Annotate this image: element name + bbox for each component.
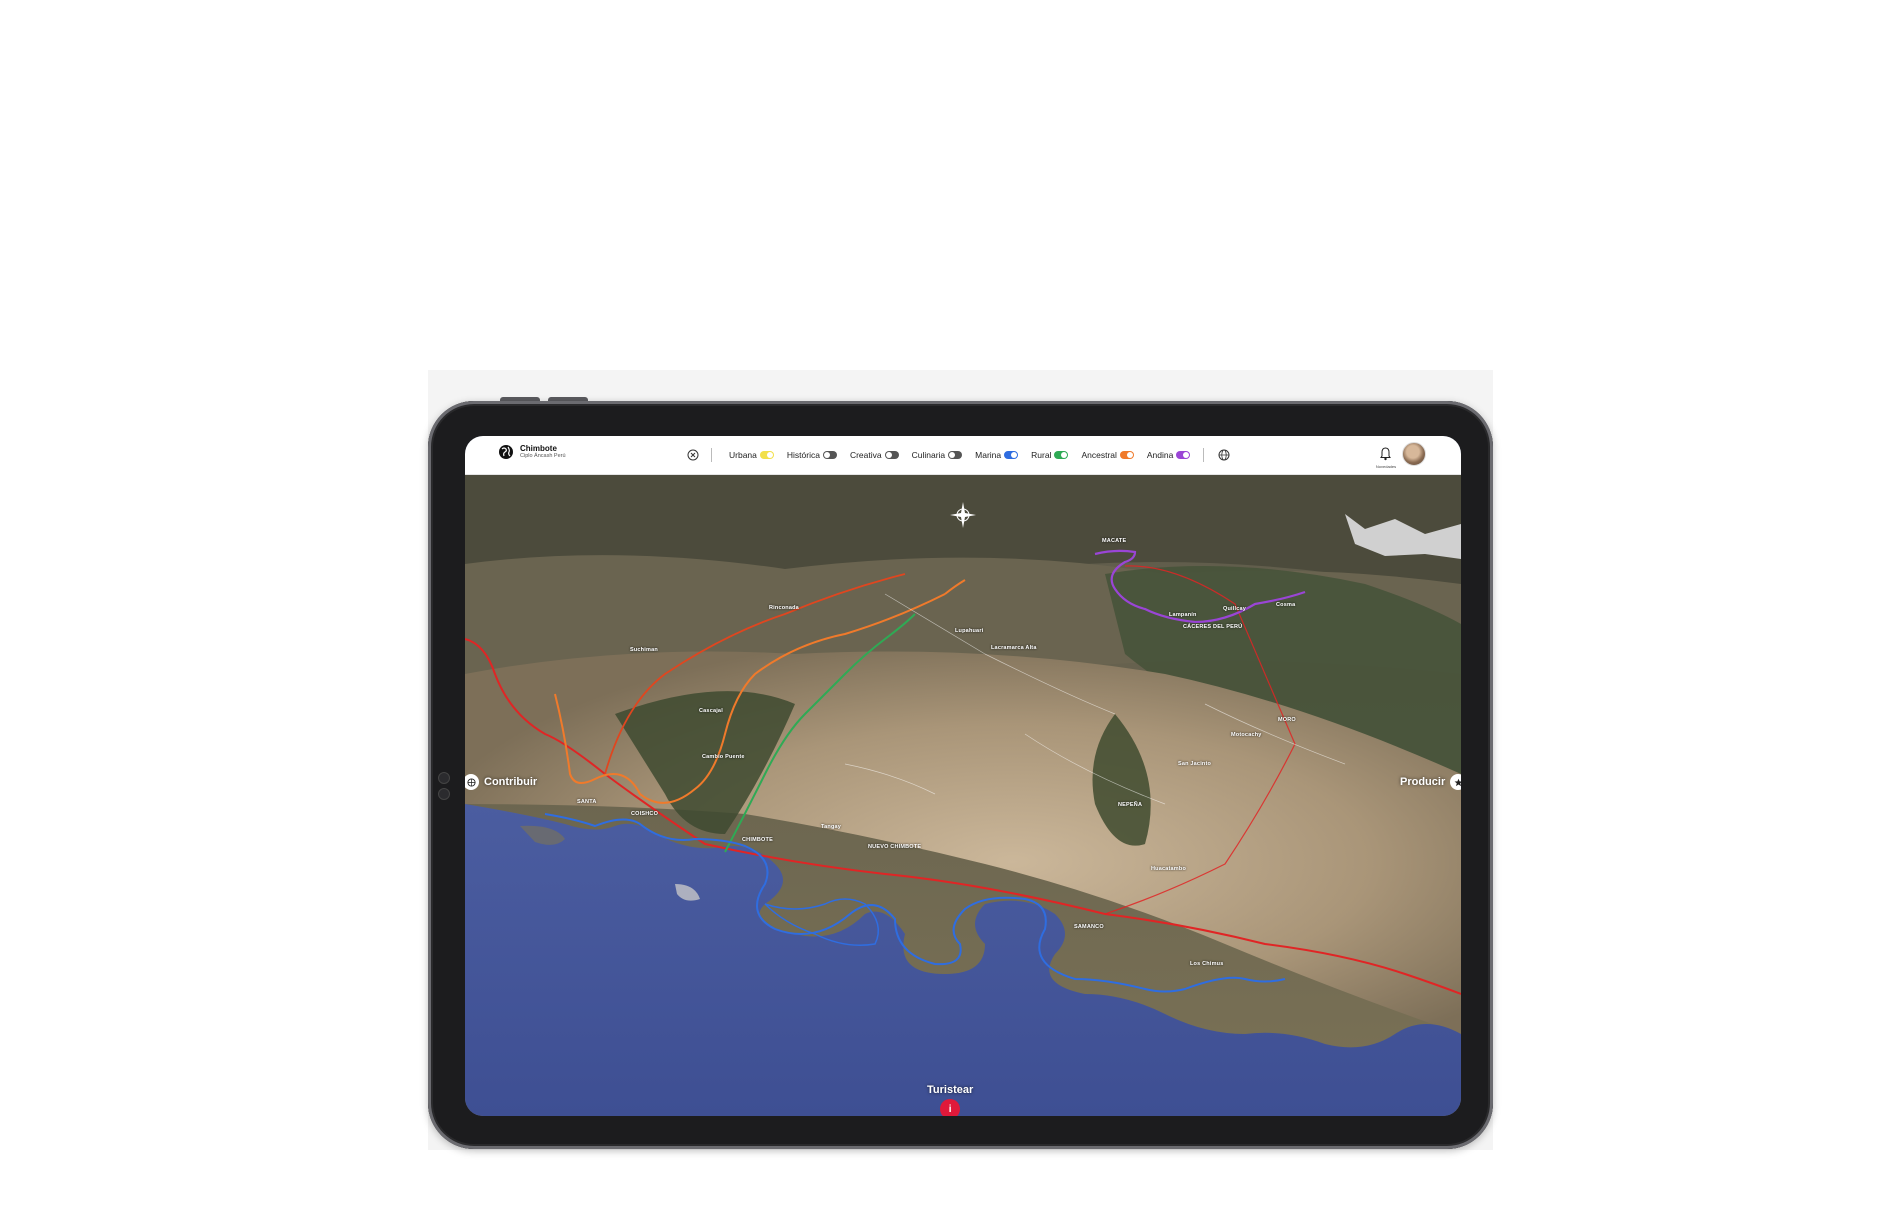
place-label: NEPEÑA: [1118, 802, 1143, 808]
avatar[interactable]: [1402, 442, 1426, 466]
place-label: MORO: [1278, 717, 1296, 723]
toggle-knob: [885, 452, 892, 458]
place-label: SAMANCO: [1074, 924, 1104, 930]
tourism-label: Turistear: [927, 1084, 974, 1096]
toggle-knob: [766, 452, 773, 458]
place-label: Quillcay: [1223, 606, 1246, 612]
place-label: NUEVO CHIMBOTE: [868, 844, 922, 850]
toggle-knob: [1183, 452, 1190, 458]
filter-separator: [711, 448, 712, 462]
brand[interactable]: Chimbote Ciplo Áncash Perú: [498, 444, 566, 460]
globe-logo-icon: [499, 445, 513, 459]
filter-creativa[interactable]: Creativa: [850, 450, 899, 460]
toggle-knob: [823, 452, 830, 458]
place-label: MACATE: [1102, 538, 1127, 544]
filter-marina[interactable]: Marina: [975, 450, 1019, 460]
filter-separator: [1203, 448, 1205, 462]
filter-toggle[interactable]: [884, 451, 899, 459]
toggle-knob: [949, 452, 956, 458]
contribute-label: Contribuir: [484, 776, 538, 788]
contribute-button[interactable]: Contribuir: [465, 774, 537, 790]
camera-dot: [438, 772, 450, 784]
filter-toggle[interactable]: [1004, 451, 1019, 459]
place-label: COISHCO: [631, 811, 659, 817]
filter-toggle[interactable]: [1119, 451, 1134, 459]
tourism-button[interactable]: Turistear i: [927, 1084, 973, 1116]
place-label: CÁCERES DEL PERÚ: [1183, 624, 1243, 630]
filter-histórica[interactable]: Histórica: [787, 450, 837, 460]
filter-toggle[interactable]: [1176, 451, 1191, 459]
toggle-knob: [1126, 452, 1133, 458]
place-label: Huacatambo: [1151, 866, 1187, 872]
filter-ancestral[interactable]: Ancestral: [1081, 450, 1134, 460]
place-label: Lacramarca Alta: [991, 645, 1037, 651]
globe-small-icon: [465, 774, 479, 790]
close-circle-icon[interactable]: [687, 449, 699, 461]
place-label: Suchiman: [630, 647, 658, 653]
place-label: Rinconada: [769, 605, 799, 611]
produce-button[interactable]: Producir: [1400, 774, 1461, 790]
place-label: Cosma: [1276, 602, 1296, 608]
place-label: San Jacinto: [1178, 761, 1212, 767]
place-label: CHIMBOTE: [742, 837, 773, 843]
place-label: Tangay: [821, 824, 842, 830]
filter-culinaria[interactable]: Culinaria: [912, 450, 963, 460]
filter-label: Culinaria: [911, 450, 946, 460]
filter-label: Urbana: [729, 450, 757, 460]
place-label: Lampanín: [1169, 612, 1197, 618]
filter-label: Creativa: [849, 450, 882, 460]
place-label: Los Chimus: [1190, 961, 1224, 967]
sensor-dot: [438, 788, 450, 800]
star-icon: [1450, 774, 1461, 790]
compass-icon[interactable]: [948, 500, 978, 530]
filter-urbana[interactable]: Urbana: [729, 450, 774, 460]
produce-label: Producir: [1400, 776, 1446, 788]
filter-label: Ancestral: [1081, 450, 1117, 460]
filter-label: Marina: [975, 450, 1002, 460]
map-canvas[interactable]: [465, 474, 1461, 1116]
toggle-knob: [1011, 452, 1018, 458]
filter-rural[interactable]: Rural: [1031, 450, 1069, 460]
filter-toggle[interactable]: [822, 451, 837, 459]
globe-icon[interactable]: [1218, 449, 1230, 461]
info-icon: i: [940, 1099, 961, 1116]
filter-label: Histórica: [786, 450, 820, 460]
brand-subtitle: Ciplo Áncash Perú: [520, 452, 566, 459]
filter-toggle[interactable]: [759, 451, 774, 459]
top-navigation-bar: Chimbote Ciplo Áncash Perú Urbana Históri…: [465, 436, 1461, 475]
place-label: Lupahuari: [955, 628, 984, 634]
filter-toggle[interactable]: [1054, 451, 1069, 459]
place-label: Motocachy: [1231, 732, 1262, 738]
route-filters: Urbana Histórica Creativa Culinaria Marina Ru…: [687, 436, 1230, 474]
bell-icon[interactable]: [1380, 447, 1391, 461]
filter-andina[interactable]: Andina: [1146, 450, 1191, 460]
filter-toggle[interactable]: [948, 451, 963, 459]
place-label: Cascajal: [699, 708, 723, 714]
filter-label: Andina: [1146, 450, 1174, 460]
notifications-label: Novedades: [1375, 464, 1397, 469]
place-label: Cambio Puente: [702, 754, 745, 760]
brand-name: Chimbote: [520, 443, 557, 453]
satellite-map[interactable]: MACATE Lupahuari Lacramarca Alta Lampaní…: [465, 474, 1461, 1116]
place-label: SANTA: [577, 799, 597, 805]
filter-label: Rural: [1031, 450, 1052, 460]
tablet-screen: Chimbote Ciplo Áncash Perú Urbana Históri…: [465, 436, 1461, 1116]
toggle-knob: [1061, 452, 1068, 458]
